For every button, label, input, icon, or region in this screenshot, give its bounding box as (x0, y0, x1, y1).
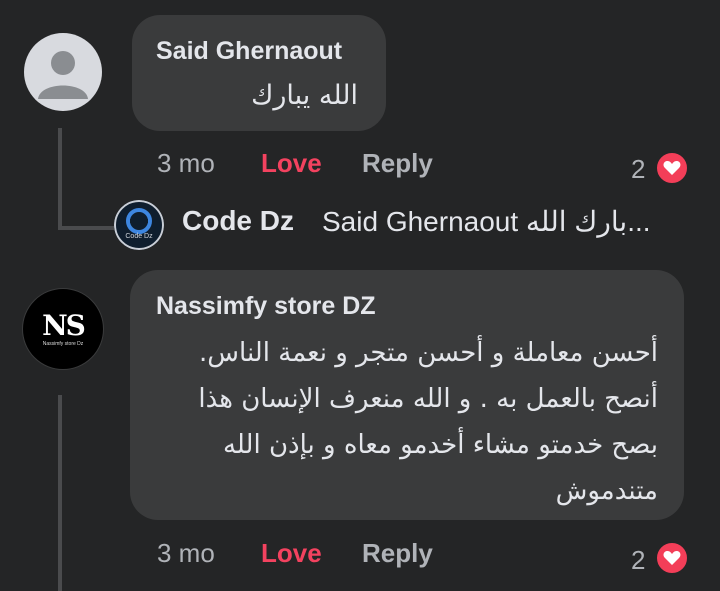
reply-avatar[interactable] (114, 200, 164, 250)
comment-text-line-3: بصح خدمتو مشاء أخدمو معاه و بإذن الله (222, 430, 658, 460)
comment-text-line-4: متندموش (555, 476, 658, 506)
avatar-nassimfy[interactable]: NS Nassimfy store Dz (22, 288, 104, 370)
thread-line (58, 128, 62, 230)
love-button-2[interactable]: Love (261, 538, 322, 569)
reply-avatar-label: Code Dz (125, 233, 153, 240)
comment-bubble-2: Nassimfy store DZ أحسن معاملة و أحسن متج… (130, 270, 684, 520)
reaction-count[interactable]: 2 (631, 154, 645, 185)
thread-line-2 (58, 395, 62, 591)
reply-button-2[interactable]: Reply (362, 538, 433, 569)
comment-timestamp[interactable]: 3 mo (157, 148, 215, 179)
love-button[interactable]: Love (261, 148, 322, 179)
default-user-icon (38, 51, 88, 99)
reply-preview-text[interactable]: Said Ghernaout بارك الله... (322, 205, 651, 238)
code-dz-logo-icon (114, 200, 164, 250)
comment-bubble: Said Ghernaout الله يبارك (132, 15, 386, 131)
comment-text-line-2: أنصح بالعمل به . و الله منعرف الإنسان هذ… (198, 384, 658, 414)
reaction-count-2[interactable]: 2 (631, 545, 645, 576)
reply-button[interactable]: Reply (362, 148, 433, 179)
avatar[interactable] (24, 33, 102, 111)
comment-author-2[interactable]: Nassimfy store DZ (156, 292, 376, 321)
comment-timestamp-2[interactable]: 3 mo (157, 538, 215, 569)
avatar-logo-subtext: Nassimfy store Dz (42, 341, 84, 347)
heart-reaction-icon[interactable] (655, 151, 689, 185)
comment-text-line-1: أحسن معاملة و أحسن متجر و نعمة الناس. (199, 338, 658, 368)
reply-author[interactable]: Code Dz (182, 205, 294, 237)
avatar-logo-text: NS (42, 309, 86, 342)
thread-line-branch (58, 226, 114, 230)
heart-reaction-icon-2[interactable] (655, 541, 689, 575)
comment-author[interactable]: Said Ghernaout (156, 37, 342, 66)
comment-text: الله يبارك (251, 80, 358, 111)
